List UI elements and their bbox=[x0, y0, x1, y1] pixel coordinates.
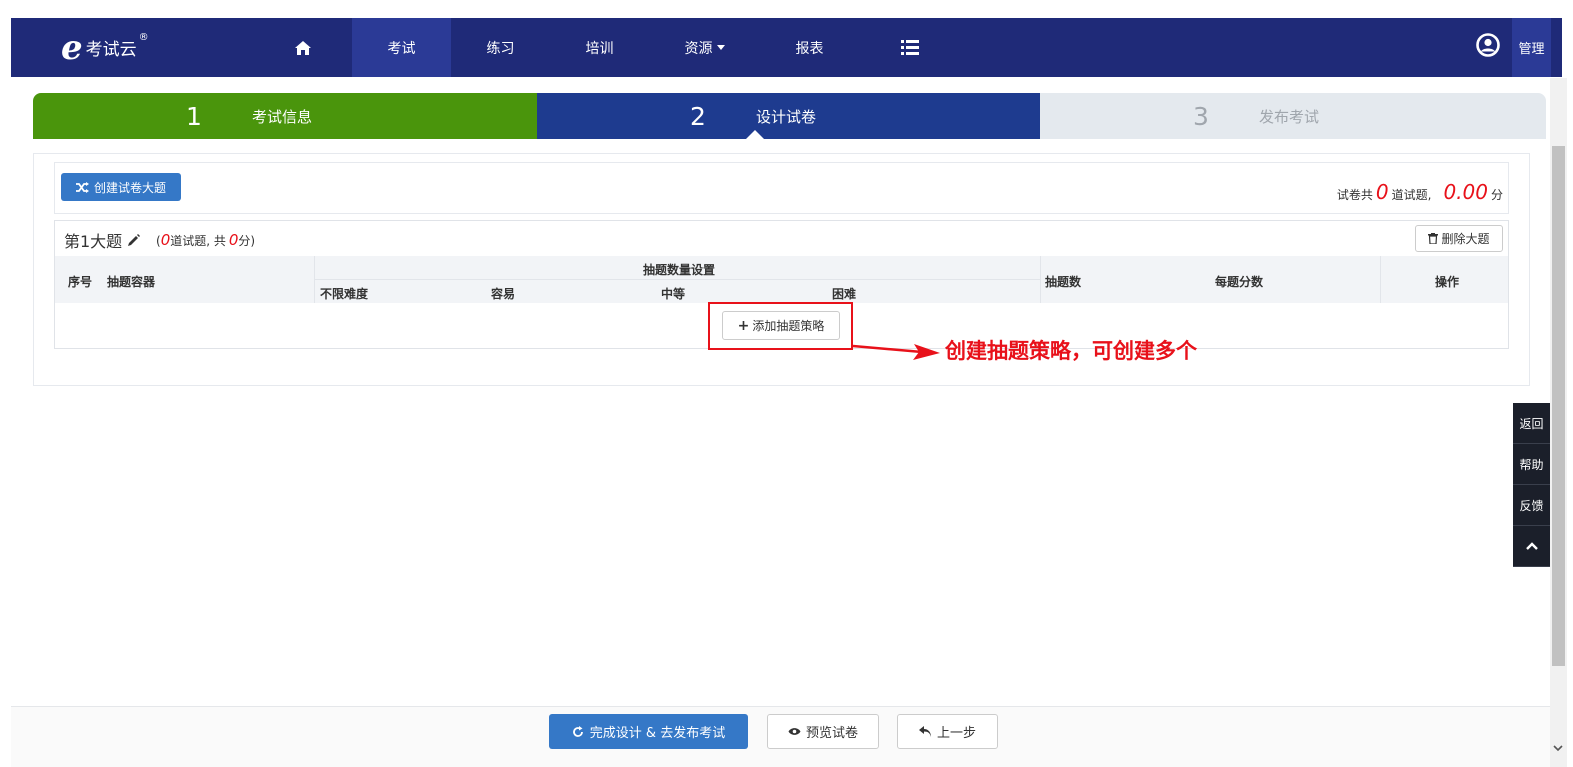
col-container: 抽题容器 bbox=[107, 275, 156, 289]
col-medium: 中等 bbox=[661, 287, 686, 301]
col-index: 序号 bbox=[68, 275, 93, 289]
step-indicator: 1 考试信息 2 设计试卷 3 发布考试 bbox=[33, 93, 1546, 139]
delete-section-label: 删除大题 bbox=[1441, 232, 1490, 246]
side-help-label: 帮助 bbox=[1519, 457, 1544, 472]
header-divider bbox=[1380, 256, 1381, 303]
nav-reports-label: 报表 bbox=[795, 40, 824, 57]
step-3-number: 3 bbox=[1193, 101, 1209, 131]
summary-prefix: 试卷共 bbox=[1336, 188, 1373, 202]
chevron-down-icon bbox=[716, 45, 725, 50]
header-divider bbox=[1040, 256, 1041, 303]
side-feedback-button[interactable]: 反馈 bbox=[1513, 485, 1550, 526]
nav-resources[interactable]: 资源 bbox=[655, 18, 754, 77]
nav-home[interactable] bbox=[255, 18, 350, 77]
delete-section-button[interactable]: 删除大题 bbox=[1415, 225, 1503, 252]
header-subdivider bbox=[314, 279, 1040, 280]
col-actions: 操作 bbox=[1435, 275, 1460, 289]
col-hard: 困难 bbox=[832, 287, 857, 301]
chevron-up-icon bbox=[1525, 542, 1538, 550]
meta-mid: 道试题, 共 bbox=[170, 234, 226, 248]
meta-close: 分) bbox=[238, 234, 256, 248]
col-easy: 容易 bbox=[491, 287, 516, 301]
logo-mark: e bbox=[61, 27, 83, 68]
nav-training-label: 培训 bbox=[585, 40, 614, 57]
step-3-label: 发布考试 bbox=[1259, 107, 1320, 126]
step-publish-exam[interactable]: 3 发布考试 bbox=[1040, 93, 1546, 139]
scroll-top-button[interactable] bbox=[1513, 526, 1550, 567]
nav-practice[interactable]: 练习 bbox=[451, 18, 550, 77]
section-question-count: 0 bbox=[160, 231, 171, 249]
finish-design-button[interactable]: 完成设计 & 去发布考试 bbox=[549, 714, 748, 749]
reply-arrow-icon bbox=[918, 726, 931, 737]
side-help-button[interactable]: 帮助 bbox=[1513, 444, 1550, 485]
logo-text: 考试云 bbox=[85, 40, 137, 60]
side-back-label: 返回 bbox=[1519, 416, 1544, 431]
nav-exam-label: 考试 bbox=[387, 40, 416, 57]
annotation-text: 创建抽题策略，可创建多个 bbox=[945, 338, 1197, 363]
nav-more[interactable] bbox=[862, 18, 957, 77]
summary-mid: 道试题, bbox=[1391, 188, 1432, 202]
create-section-button[interactable]: 创建试卷大题 bbox=[61, 173, 181, 201]
section-meta: ( 0 道试题, 共 0 分) bbox=[156, 231, 255, 249]
col-any-difficulty: 不限难度 bbox=[320, 287, 369, 301]
step-2-label: 设计试卷 bbox=[756, 107, 817, 126]
nav-reports[interactable]: 报表 bbox=[760, 18, 859, 77]
manage-button[interactable]: 管理 bbox=[1512, 18, 1551, 77]
refresh-icon bbox=[572, 725, 583, 737]
user-account-icon[interactable] bbox=[1476, 33, 1500, 57]
active-step-pointer bbox=[745, 130, 765, 140]
finish-design-label: 完成设计 & 去发布考试 bbox=[589, 726, 726, 741]
col-score-each: 每题分数 bbox=[1215, 275, 1264, 289]
annotation-arrow bbox=[852, 344, 940, 360]
section-score: 0 bbox=[228, 231, 239, 249]
preview-paper-button[interactable]: 预览试卷 bbox=[767, 714, 879, 749]
manage-label: 管理 bbox=[1518, 42, 1545, 57]
scroll-down-icon[interactable] bbox=[1553, 744, 1563, 752]
logo-registered: ® bbox=[138, 32, 149, 43]
section-title-text: 第1大题 bbox=[64, 232, 123, 251]
section-title: 第1大题 bbox=[64, 228, 141, 252]
side-back-button[interactable]: 返回 bbox=[1513, 403, 1550, 444]
previous-step-button[interactable]: 上一步 bbox=[897, 714, 998, 749]
side-feedback-label: 反馈 bbox=[1519, 498, 1544, 513]
step-exam-info[interactable]: 1 考试信息 bbox=[33, 93, 537, 139]
step-1-number: 1 bbox=[186, 101, 202, 131]
side-toolbar: 返回 帮助 反馈 bbox=[1513, 403, 1550, 567]
col-draw-count: 抽题数 bbox=[1045, 275, 1082, 289]
step-design-paper[interactable]: 2 设计试卷 bbox=[537, 93, 1040, 139]
step-1-label: 考试信息 bbox=[252, 107, 313, 126]
nav-training[interactable]: 培训 bbox=[550, 18, 649, 77]
home-icon bbox=[294, 40, 311, 55]
summary-suffix: 分 bbox=[1490, 188, 1503, 202]
step-2-number: 2 bbox=[690, 101, 706, 131]
nav-exam[interactable]: 考试 bbox=[352, 18, 451, 77]
create-section-label: 创建试卷大题 bbox=[93, 180, 166, 195]
total-score: 0.00 bbox=[1443, 180, 1488, 204]
pencil-icon[interactable] bbox=[127, 233, 141, 247]
eye-icon bbox=[788, 728, 801, 735]
preview-paper-label: 预览试卷 bbox=[805, 726, 858, 741]
logo[interactable]: e 考试云 ® bbox=[61, 18, 149, 77]
trash-icon bbox=[1428, 233, 1439, 244]
nav-practice-label: 练习 bbox=[486, 40, 515, 57]
question-count: 0 bbox=[1375, 180, 1389, 204]
scrollbar-thumb[interactable] bbox=[1552, 146, 1565, 666]
shuffle-icon bbox=[75, 181, 89, 193]
nav-resources-label: 资源 bbox=[684, 40, 713, 57]
paper-summary: 试卷共 0 道试题, 0.00 分 bbox=[1337, 180, 1503, 204]
col-quantity-group: 抽题数量设置 bbox=[643, 263, 716, 277]
annotation-highlight-box bbox=[708, 302, 853, 350]
previous-step-label: 上一步 bbox=[936, 726, 976, 741]
toolbar-row bbox=[54, 162, 1509, 214]
list-icon bbox=[900, 40, 919, 55]
